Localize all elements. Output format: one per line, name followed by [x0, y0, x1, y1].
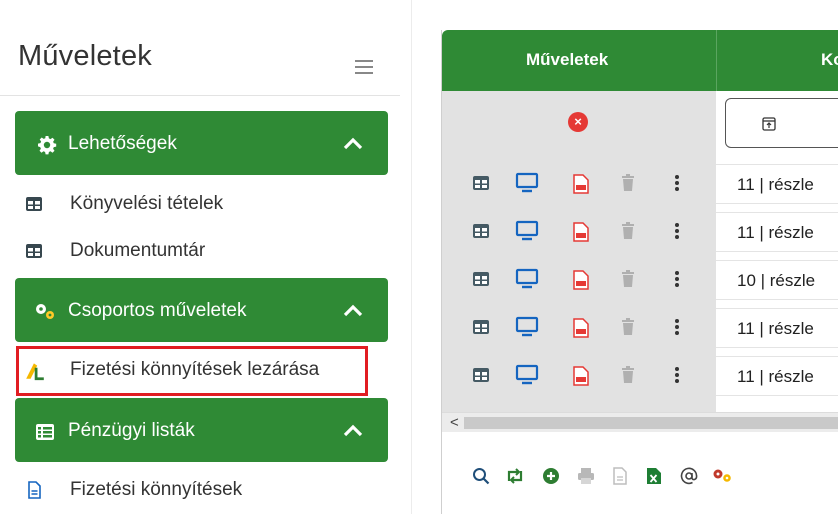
table-icon[interactable] — [472, 318, 490, 336]
more-vertical-icon[interactable] — [674, 318, 680, 336]
chevron-up-icon — [343, 137, 363, 150]
panel-divider — [411, 0, 412, 514]
cogs-icon[interactable] — [712, 467, 734, 485]
cell-value: 11 | részle — [737, 175, 814, 194]
cog-icon — [38, 136, 57, 155]
cell-value: 11 | részle — [737, 223, 814, 242]
sidebar-item-dokumentumtar[interactable]: Dokumentumtár — [20, 234, 380, 270]
table-row[interactable]: 11 | részle — [442, 212, 838, 252]
add-icon[interactable] — [542, 467, 560, 485]
group-label: Pénzügyi listák — [68, 420, 195, 441]
monitor-icon[interactable] — [515, 172, 539, 194]
trash-icon[interactable] — [621, 270, 635, 288]
table-cell[interactable]: 11 | részle — [716, 212, 838, 252]
table-icon[interactable] — [472, 366, 490, 384]
header-actions[interactable]: Műveletek — [526, 50, 608, 70]
group-lehetosegek[interactable]: Lehetőségek — [15, 111, 388, 175]
chevron-up-icon — [343, 304, 363, 317]
data-grid: Műveletek Ko × 11 | részle 11 | részle 10 … — [441, 30, 838, 514]
filter-input[interactable] — [725, 98, 838, 148]
more-vertical-icon[interactable] — [674, 174, 680, 192]
monitor-icon[interactable] — [515, 364, 539, 386]
clear-filter-icon[interactable]: × — [568, 112, 588, 132]
list-icon — [36, 424, 54, 440]
trash-icon[interactable] — [621, 174, 635, 192]
sidebar-item-label: Dokumentumtár — [70, 240, 206, 261]
monitor-icon[interactable] — [515, 220, 539, 242]
excel-icon[interactable] — [646, 467, 662, 485]
more-vertical-icon[interactable] — [674, 222, 680, 240]
table-icon[interactable] — [472, 174, 490, 192]
selection-highlight — [16, 346, 368, 396]
monitor-icon[interactable] — [515, 316, 539, 338]
grid-toolbar — [442, 433, 838, 514]
trash-icon[interactable] — [621, 366, 635, 384]
more-vertical-icon[interactable] — [674, 366, 680, 384]
sidebar-header: Műveletek — [0, 14, 400, 96]
group-label: Csoportos műveletek — [68, 300, 247, 321]
hamburger-icon[interactable] — [355, 60, 373, 74]
table-cell[interactable]: 11 | részle — [716, 356, 838, 396]
pdf-icon[interactable] — [573, 222, 589, 242]
table-cell[interactable]: 11 | részle — [716, 164, 838, 204]
pdf-icon[interactable] — [573, 366, 589, 386]
group-penzugyi-listak[interactable]: Pénzügyi listák — [15, 398, 388, 462]
table-row[interactable]: 11 | részle — [442, 164, 838, 204]
trash-icon[interactable] — [621, 222, 635, 240]
grid-header: Műveletek Ko — [442, 30, 838, 91]
more-vertical-icon[interactable] — [674, 270, 680, 288]
table-icon — [26, 197, 42, 211]
sidebar-item-konyvelesi-tetelek[interactable]: Könyvelési tételek — [20, 187, 380, 223]
group-label: Lehetőségek — [68, 133, 177, 154]
sidebar-title: Műveletek — [18, 40, 152, 72]
trash-icon[interactable] — [621, 318, 635, 336]
horizontal-scrollbar[interactable]: < — [442, 412, 838, 432]
filter-icon — [762, 117, 776, 131]
table-icon[interactable] — [472, 222, 490, 240]
email-icon[interactable] — [680, 467, 698, 485]
document-icon[interactable] — [612, 467, 628, 485]
print-icon[interactable] — [577, 467, 595, 485]
sidebar-item-label: Fizetési könnyítések — [70, 479, 243, 500]
cell-value: 10 | részle — [737, 271, 816, 290]
header-separator — [716, 30, 717, 91]
monitor-icon[interactable] — [515, 268, 539, 290]
pdf-icon[interactable] — [573, 174, 589, 194]
document-icon — [28, 481, 41, 499]
cell-value: 11 | részle — [737, 319, 814, 338]
table-cell[interactable]: 11 | részle — [716, 308, 838, 348]
table-icon — [26, 244, 42, 258]
pdf-icon[interactable] — [573, 270, 589, 290]
table-row[interactable]: 11 | részle — [442, 308, 838, 348]
table-cell[interactable]: 10 | részle — [716, 260, 838, 300]
scroll-left-icon[interactable]: < — [450, 414, 459, 431]
header-column[interactable]: Ko — [821, 50, 838, 70]
cogs-icon — [36, 304, 54, 319]
sidebar-item-label: Könyvelési tételek — [70, 193, 224, 214]
pdf-icon[interactable] — [573, 318, 589, 338]
cell-value: 11 | részle — [737, 367, 814, 386]
search-icon[interactable] — [472, 467, 490, 485]
table-row[interactable]: 11 | részle — [442, 356, 838, 396]
table-icon[interactable] — [472, 270, 490, 288]
scrollbar-thumb[interactable] — [464, 417, 838, 429]
chevron-up-icon — [343, 424, 363, 437]
refresh-icon[interactable] — [505, 467, 525, 485]
table-row[interactable]: 10 | részle — [442, 260, 838, 300]
sidebar: Műveletek Lehetőségek Könyvelési tételek… — [0, 0, 400, 514]
group-csoportos-muveletek[interactable]: Csoportos műveletek — [15, 278, 388, 342]
sidebar-item-fizetesi-konnyitesek[interactable]: Fizetési könnyítések — [20, 473, 380, 509]
